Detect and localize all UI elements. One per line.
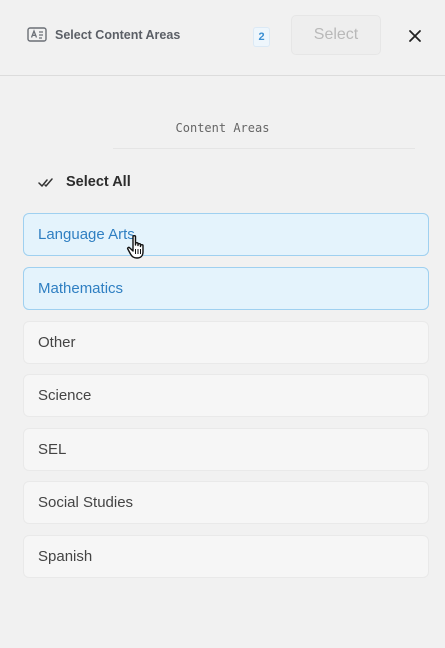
close-icon[interactable]	[405, 26, 425, 46]
selected-count-badge: 2	[253, 27, 270, 47]
content-area-item-science[interactable]: Science	[23, 374, 429, 417]
content-area-label: SEL	[38, 441, 67, 458]
content-area-item-other[interactable]: Other	[23, 321, 429, 364]
select-button[interactable]: Select	[291, 15, 381, 55]
content-area-item-language-arts[interactable]: Language Arts	[23, 213, 429, 256]
content-areas-icon	[27, 27, 47, 42]
content-area-label: Other	[38, 334, 76, 351]
hand-cursor-icon	[126, 235, 144, 259]
content-area-item-spanish[interactable]: Spanish	[23, 535, 429, 578]
double-check-icon	[38, 178, 53, 187]
content-area-label: Spanish	[38, 548, 93, 565]
select-all-label: Select All	[66, 174, 131, 190]
dialog-title: Select Content Areas	[55, 28, 181, 42]
content-area-item-sel[interactable]: SEL	[23, 428, 429, 471]
content-area-item-mathematics[interactable]: Mathematics	[23, 267, 429, 310]
content-area-label: Science	[38, 387, 92, 404]
select-all-button[interactable]: Select All	[38, 172, 131, 192]
content-area-label: Language Arts	[38, 226, 135, 243]
section-divider	[113, 148, 415, 149]
section-title: Content Areas	[175, 121, 270, 135]
content-area-label: Social Studies	[38, 494, 134, 511]
content-area-label: Mathematics	[38, 280, 124, 297]
content-area-item-social-studies[interactable]: Social Studies	[23, 481, 429, 524]
dialog-header: Select Content Areas 2 Select	[0, 0, 445, 76]
